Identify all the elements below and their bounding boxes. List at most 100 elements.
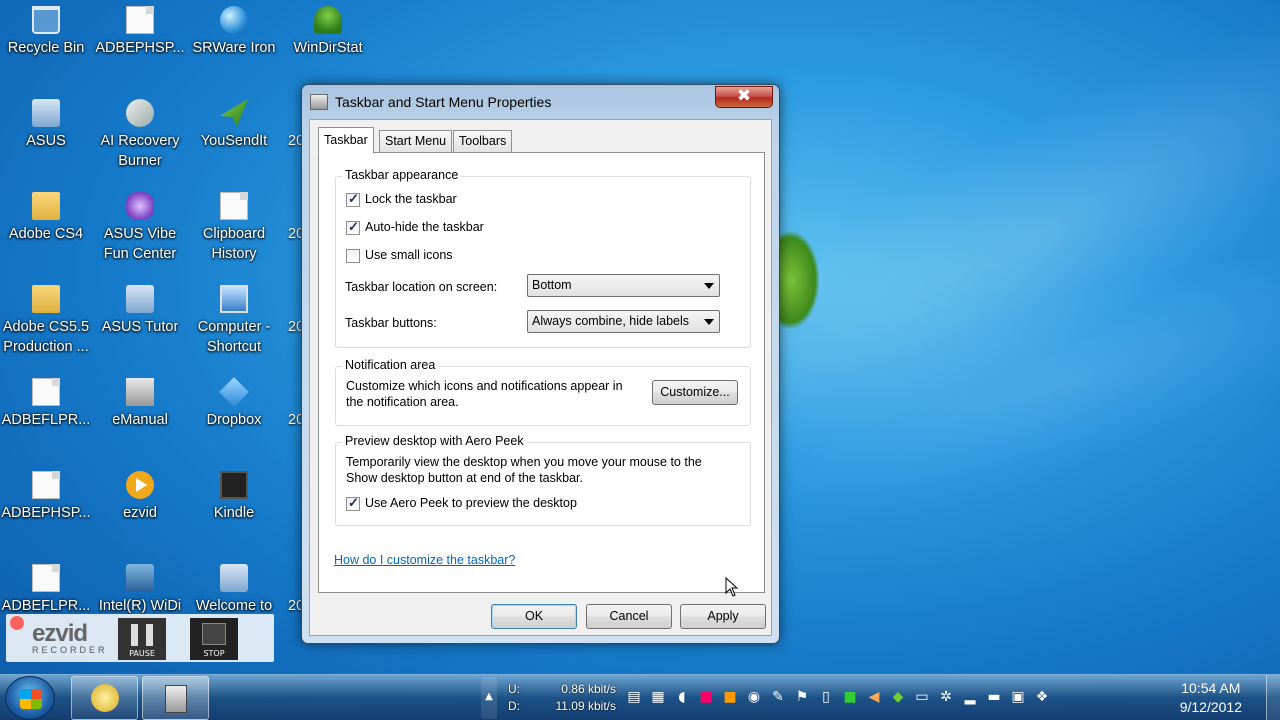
- group-heading: Preview desktop with Aero Peek: [342, 434, 527, 448]
- recycle-bin-icon: [32, 6, 60, 34]
- taskbar-location-dropdown[interactable]: Bottom: [527, 274, 720, 297]
- asus-welcome-icon: [220, 564, 248, 592]
- taskbar-buttons-dropdown[interactable]: Always combine, hide labels: [527, 310, 720, 333]
- document-icon: [126, 6, 154, 34]
- apply-button[interactable]: Apply: [680, 604, 766, 629]
- clock-time: 10:54 AM: [1181, 680, 1241, 696]
- clipboard-icon: [220, 192, 248, 220]
- printer-tray-icon[interactable]: ▬: [985, 688, 1003, 706]
- stop-button[interactable]: STOP: [190, 618, 238, 660]
- ezvid-logo-text: ezvid: [32, 620, 88, 647]
- desktop-icon-kindle[interactable]: Kindle: [188, 471, 280, 523]
- clipboard-tray-icon[interactable]: ▤: [625, 688, 643, 706]
- desktop-icon-intel-widi[interactable]: Intel(R) WiDi: [94, 564, 186, 616]
- desktop-icon-label: Dropbox: [206, 412, 262, 428]
- tool-tray-icon[interactable]: ✎: [769, 688, 787, 706]
- desktop-icon-ai-recovery-burner[interactable]: AI Recovery Burner: [94, 99, 186, 171]
- desktop-icon-label: ADBEPHSP...: [95, 40, 185, 56]
- show-desktop-button[interactable]: [1266, 675, 1280, 720]
- tab-toolbars[interactable]: Toolbars: [453, 130, 513, 153]
- signal-tray-icon[interactable]: ▂: [961, 688, 979, 706]
- show-hidden-icons-button[interactable]: ▲: [481, 677, 497, 719]
- customize-button[interactable]: Customize...: [652, 380, 738, 405]
- monitor-tray-icon[interactable]: ▣: [1009, 688, 1027, 706]
- gear-tray-icon[interactable]: ✲: [937, 688, 955, 706]
- checkbox-label: Lock the taskbar: [365, 192, 457, 206]
- orange-app-tray-icon[interactable]: ■: [721, 688, 739, 706]
- green-app-tray-icon[interactable]: ■: [841, 688, 859, 706]
- desktop-icon-srware-iron[interactable]: SRWare Iron: [188, 6, 280, 58]
- desktop-icon-label: ADBEFLPR...: [1, 412, 91, 428]
- pause-button[interactable]: PAUSE: [118, 618, 166, 660]
- windows-logo-icon: [20, 689, 42, 709]
- desktop-icon-asus-tutor[interactable]: ASUS Tutor: [94, 285, 186, 337]
- desktop-icon-adobe-cs4[interactable]: Adobe CS4: [0, 192, 92, 244]
- checkbox-label: Use Aero Peek to preview the desktop: [365, 496, 577, 510]
- desktop-icon-adbephsp[interactable]: ADBEPHSP...: [94, 6, 186, 58]
- desktop-icon-label: ezvid: [123, 505, 157, 521]
- desktop-icon-label: eManual: [112, 412, 168, 428]
- notification-description: Customize which icons and notifications …: [346, 379, 623, 409]
- desktop-icon-welcome[interactable]: Welcome to: [188, 564, 280, 616]
- checkbox-label: Use small icons: [365, 248, 453, 262]
- help-link[interactable]: How do I customize the taskbar?: [334, 553, 515, 567]
- notification-area-group: Notification area Customize which icons …: [335, 358, 751, 426]
- download-rate: 11.09 kbit/s: [555, 699, 616, 713]
- folder-icon: [32, 285, 60, 313]
- desktop-icon-emanual[interactable]: eManual: [94, 378, 186, 430]
- wallpaper-streak: [712, 195, 1280, 565]
- taskbar-tab-panel: Taskbar appearance Lock the taskbar Auto…: [318, 152, 765, 593]
- tab-start-menu[interactable]: Start Menu: [379, 130, 453, 153]
- desktop-icon-adobe-cs55[interactable]: Adobe CS5.5 Production ...: [0, 285, 92, 357]
- desktop-icon-adbephsp-2[interactable]: ADBEPHSP...: [0, 471, 92, 523]
- desktop-icon-yousendit[interactable]: YouSendIt: [188, 99, 280, 151]
- desktop-icon-computer[interactable]: Computer - Shortcut: [188, 285, 280, 357]
- manual-icon: [126, 378, 154, 406]
- checkbox-unchecked-icon[interactable]: [346, 249, 360, 263]
- desktop-icon-recycle-bin[interactable]: Recycle Bin: [0, 6, 92, 58]
- desktop-icon-asus-vibe[interactable]: ASUS Vibe Fun Center: [94, 192, 186, 264]
- taskbar-properties-window: Taskbar and Start Menu Properties ✖ Task…: [301, 84, 780, 644]
- document-icon: [32, 378, 60, 406]
- desktop-icon-label: ADBEPHSP...: [1, 505, 91, 521]
- network-tray-icon[interactable]: ▦: [649, 688, 667, 706]
- tab-taskbar[interactable]: Taskbar: [318, 127, 374, 154]
- desktop-icon-label: Computer - Shortcut: [197, 319, 271, 355]
- desktop-icon-dropbox[interactable]: Dropbox: [188, 377, 280, 430]
- stop-icon: [202, 623, 226, 645]
- desktop-icon-ezvid[interactable]: ezvid: [94, 471, 186, 523]
- adobe-icon: [32, 564, 60, 592]
- cancel-button[interactable]: Cancel: [586, 604, 672, 629]
- display-tray-icon[interactable]: ▭: [913, 688, 931, 706]
- checkbox-checked-icon[interactable]: [346, 495, 360, 511]
- widi-icon: [126, 564, 154, 592]
- skype-tray-icon[interactable]: ◉: [745, 688, 763, 706]
- ok-button[interactable]: OK: [491, 604, 577, 629]
- checkbox-checked-icon[interactable]: [346, 191, 360, 207]
- tree-icon: [314, 6, 342, 34]
- taskbar-app-key[interactable]: [71, 676, 138, 720]
- close-button[interactable]: ✖: [715, 86, 773, 108]
- title-bar[interactable]: Taskbar and Start Menu Properties ✖: [302, 85, 779, 119]
- kindle-icon: [220, 471, 248, 499]
- desktop-icon-asus[interactable]: ASUS: [0, 99, 92, 151]
- start-button[interactable]: [5, 676, 55, 720]
- pause-label: PAUSE: [129, 649, 155, 658]
- app-tray-icon[interactable]: ■: [697, 688, 715, 706]
- action-center-flag-icon[interactable]: ⚑: [793, 688, 811, 706]
- aero-peek-group: Preview desktop with Aero Peek Temporari…: [335, 434, 751, 526]
- desktop-icon-windirstat[interactable]: WinDirStat: [282, 6, 374, 58]
- clock[interactable]: 10:54 AM 9/12/2012: [1180, 679, 1242, 717]
- desktop-icon-adbeflpr[interactable]: ADBEFLPR...: [0, 378, 92, 430]
- ezvid-logo: ezvid RECORDER: [32, 620, 108, 655]
- taskbar-app-properties[interactable]: [142, 676, 209, 720]
- device-tray-icon[interactable]: ▯: [817, 688, 835, 706]
- dropbox-tray-icon[interactable]: ❖: [1033, 688, 1051, 706]
- speaker-tray-icon[interactable]: ◀: [865, 688, 883, 706]
- nvidia-tray-icon[interactable]: ◆: [889, 688, 907, 706]
- desktop-icon-label: Intel(R) WiDi: [98, 598, 182, 614]
- audio-tray-icon[interactable]: ◖: [673, 688, 691, 706]
- desktop-icon-adbeflpr-2[interactable]: ADBEFLPR...: [0, 564, 92, 616]
- desktop-icon-clipboard-history[interactable]: Clipboard History: [188, 192, 280, 264]
- checkbox-checked-icon[interactable]: [346, 219, 360, 235]
